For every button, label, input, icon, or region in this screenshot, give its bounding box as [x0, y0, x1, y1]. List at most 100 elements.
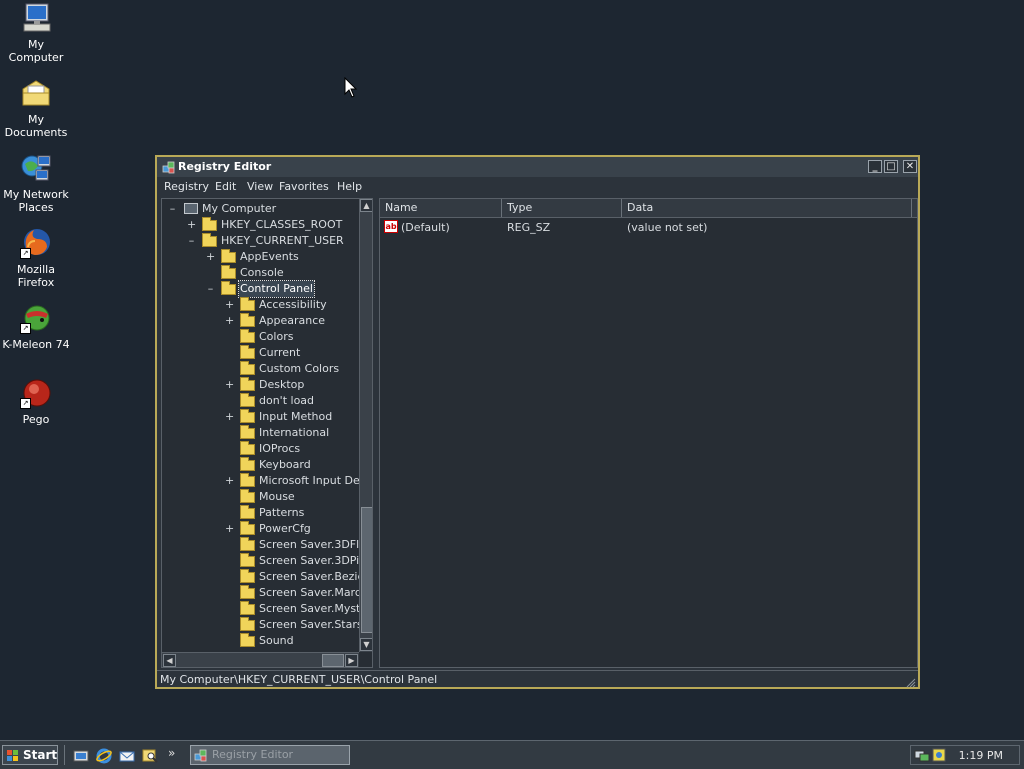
- scroll-down-arrow-icon[interactable]: ▼: [360, 638, 372, 651]
- tree-node-screen-saver-mystify[interactable]: Screen Saver.Mystify: [162, 601, 372, 617]
- outlook-express-icon[interactable]: [119, 748, 135, 764]
- mouse-cursor-icon: [344, 76, 358, 102]
- menu-favorites[interactable]: Favorites: [279, 180, 329, 193]
- minimize-button[interactable]: _: [868, 160, 882, 173]
- menu-view[interactable]: View: [247, 180, 273, 193]
- scroll-left-arrow-icon[interactable]: ◀: [163, 654, 176, 667]
- desktop-icon-kmeleon[interactable]: ↗ K-Meleon 74: [0, 302, 72, 351]
- tree-node-mouse[interactable]: Mouse: [162, 489, 358, 505]
- maximize-button[interactable]: □: [884, 160, 898, 173]
- desktop-icon-firefox[interactable]: ↗ Mozilla Firefox: [0, 227, 72, 289]
- tree-expand-toggle[interactable]: +: [206, 249, 215, 265]
- folder-icon: [240, 361, 255, 375]
- tree-node-desktop[interactable]: + Desktop: [162, 377, 358, 393]
- folder-icon: [221, 249, 236, 263]
- start-label: Start: [23, 748, 58, 762]
- tree-expand-toggle[interactable]: +: [225, 377, 234, 393]
- quick-launch-overflow-button[interactable]: »: [168, 746, 175, 760]
- tree-node-input-method[interactable]: + Input Method: [162, 409, 358, 425]
- tree-node-powercfg[interactable]: + PowerCfg: [162, 521, 358, 537]
- show-desktop-icon[interactable]: [73, 748, 89, 764]
- registry-tree[interactable]: – My Computer + HKEY_CLASSES_ROOT – HKEY…: [161, 198, 373, 668]
- folder-icon: [240, 569, 255, 583]
- tree-node-hkey-classes-root[interactable]: + HKEY_CLASSES_ROOT: [162, 217, 358, 233]
- desktop-icon-my-computer[interactable]: My Computer: [0, 2, 72, 64]
- tree-expand-toggle[interactable]: +: [225, 473, 234, 489]
- desktop-icon-network-places[interactable]: My Network Places: [0, 152, 72, 214]
- shortcut-arrow-icon: ↗: [20, 248, 31, 259]
- column-header-name[interactable]: Name: [380, 199, 502, 217]
- tree-node-console[interactable]: Console: [162, 265, 358, 281]
- network-tray-icon[interactable]: [914, 748, 930, 765]
- tree-node-label: HKEY_CLASSES_ROOT: [221, 218, 343, 231]
- menu-registry[interactable]: Registry: [164, 180, 209, 193]
- registry-editor-window[interactable]: Registry Editor _ □ ✕ Registry Edit View…: [155, 155, 920, 689]
- desktop-icon-pego[interactable]: ↗ Pego: [0, 377, 72, 426]
- windows-logo-icon: [7, 749, 19, 761]
- folder-icon: [240, 393, 255, 407]
- computer-icon: [184, 203, 198, 214]
- tree-node-current[interactable]: Current: [162, 345, 358, 361]
- tree-expand-toggle[interactable]: +: [225, 409, 234, 425]
- scrollbar-thumb[interactable]: [322, 654, 344, 667]
- menu-edit[interactable]: Edit: [215, 180, 236, 193]
- close-button[interactable]: ✕: [903, 160, 917, 173]
- tree-node-screen-saver-3dpipes[interactable]: Screen Saver.3DPipe: [162, 553, 372, 569]
- column-header-type[interactable]: Type: [502, 199, 622, 217]
- desktop-icon-label: My Network Places: [3, 188, 69, 214]
- tree-node-accessibility[interactable]: + Accessibility: [162, 297, 358, 313]
- tree-node-screen-saver-stars[interactable]: Screen Saver.Stars: [162, 617, 363, 633]
- folder-icon: [240, 553, 255, 567]
- tree-horizontal-scrollbar[interactable]: ◀ ▶: [162, 652, 359, 667]
- resize-grip-icon[interactable]: [906, 676, 916, 688]
- registry-values-list[interactable]: Name Type Data ab (Default) REG_SZ (valu…: [379, 198, 918, 668]
- scrollbar-thumb[interactable]: [361, 507, 372, 633]
- menu-help[interactable]: Help: [337, 180, 362, 193]
- taskbar-button-label: Registry Editor: [212, 748, 294, 761]
- tree-node-microsoft-input-devices[interactable]: + Microsoft Input Devic: [162, 473, 372, 489]
- firefox-icon: ↗: [20, 227, 52, 259]
- tree-node-appearance[interactable]: + Appearance: [162, 313, 358, 329]
- tree-node-label: Sound: [259, 634, 294, 647]
- column-header-data[interactable]: Data: [622, 199, 912, 217]
- clock[interactable]: 1:19 PM: [959, 749, 1003, 762]
- folder-icon: [240, 617, 255, 631]
- taskbar-button-registry-editor[interactable]: Registry Editor: [190, 745, 350, 765]
- tree-node-patterns[interactable]: Patterns: [162, 505, 358, 521]
- tree-collapse-toggle[interactable]: –: [168, 201, 177, 217]
- value-name: (Default): [401, 221, 450, 234]
- scroll-up-arrow-icon[interactable]: ▲: [360, 199, 372, 212]
- tree-node-hkey-current-user[interactable]: – HKEY_CURRENT_USER: [162, 233, 358, 249]
- tree-expand-toggle[interactable]: +: [225, 521, 234, 537]
- security-tray-icon[interactable]: [932, 748, 946, 765]
- tree-collapse-toggle[interactable]: –: [187, 233, 196, 249]
- tree-expand-toggle[interactable]: +: [187, 217, 196, 233]
- tree-node-appevents[interactable]: + AppEvents: [162, 249, 358, 265]
- tree-node-screen-saver-marquee[interactable]: Screen Saver.Marque: [162, 585, 372, 601]
- title-bar[interactable]: Registry Editor _ □ ✕: [157, 157, 918, 177]
- tree-expand-toggle[interactable]: +: [225, 313, 234, 329]
- tree-node-international[interactable]: International: [162, 425, 358, 441]
- tree-vertical-scrollbar[interactable]: ▲ ▼: [359, 199, 372, 652]
- tree-node-control-panel[interactable]: – Control Panel: [162, 280, 358, 298]
- internet-explorer-icon[interactable]: [96, 748, 112, 764]
- tree-node-dont-load[interactable]: don't load: [162, 393, 358, 409]
- desktop-icon-my-documents[interactable]: My Documents: [0, 77, 72, 139]
- tree-node-screen-saver-3dflyingobj[interactable]: Screen Saver.3DFlyin: [162, 537, 372, 553]
- folder-icon: [240, 425, 255, 439]
- folder-icon: [240, 521, 255, 535]
- tree-node-custom-colors[interactable]: Custom Colors: [162, 361, 358, 377]
- search-icon[interactable]: [142, 748, 158, 764]
- tree-node-keyboard[interactable]: Keyboard: [162, 457, 358, 473]
- tree-node-my-computer[interactable]: – My Computer: [162, 201, 358, 217]
- tree-node-colors[interactable]: Colors: [162, 329, 358, 345]
- tree-node-ioprocs[interactable]: IOProcs: [162, 441, 358, 457]
- start-button[interactable]: Start: [2, 745, 58, 765]
- tree-collapse-toggle[interactable]: –: [206, 281, 215, 297]
- tree-node-sound[interactable]: Sound: [162, 633, 358, 649]
- tree-expand-toggle[interactable]: +: [225, 297, 234, 313]
- scroll-right-arrow-icon[interactable]: ▶: [345, 654, 358, 667]
- tree-node-label: Appearance: [259, 314, 326, 327]
- tree-node-screen-saver-bezier[interactable]: Screen Saver.Bezier: [162, 569, 369, 585]
- folder-icon: [202, 217, 217, 231]
